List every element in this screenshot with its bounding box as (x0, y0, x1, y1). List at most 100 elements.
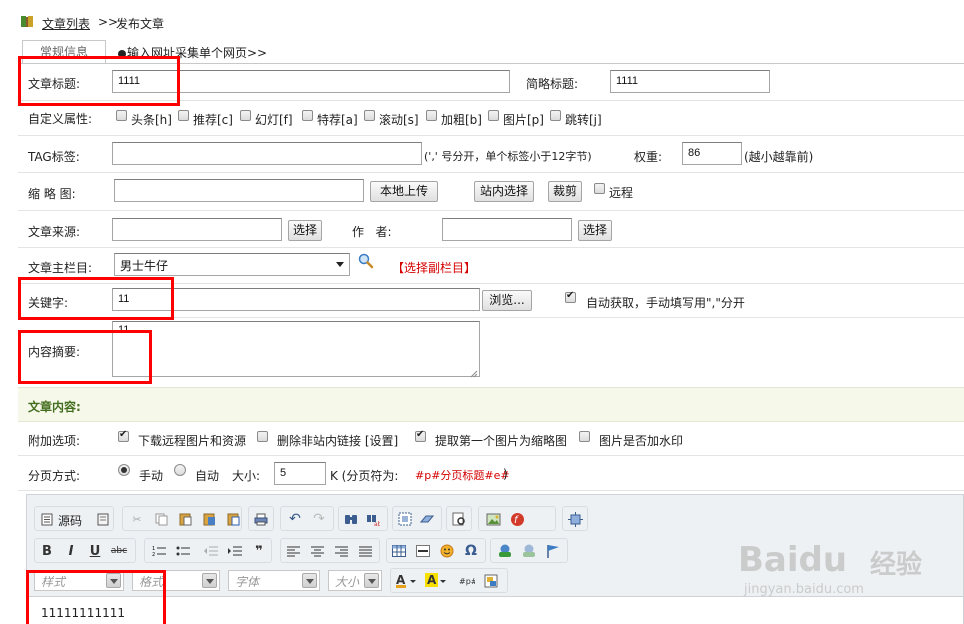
attr-label-s: 滚动[s] (379, 113, 419, 127)
attr-label-h: 头条[h] (131, 113, 172, 127)
remote-checkbox[interactable] (594, 183, 605, 194)
attr-checkbox-j[interactable] (550, 110, 561, 121)
short-title-input[interactable]: 1111 (610, 70, 770, 93)
align-left-icon[interactable] (284, 542, 302, 560)
outdent-icon[interactable] (202, 542, 220, 560)
baidu-watermark: Baidu 经验 jingyan.baidu.com (738, 540, 958, 600)
editor-content[interactable]: 11111111111 (27, 596, 963, 624)
select-all-icon[interactable] (396, 510, 414, 528)
weight-hint: (越小越靠前) (744, 150, 814, 164)
print-icon[interactable] (252, 510, 270, 528)
weight-input[interactable]: 86 (682, 142, 742, 165)
blockquote-icon[interactable]: ❞ (250, 542, 268, 560)
attr-checkbox-p[interactable] (488, 110, 499, 121)
indent-icon[interactable] (226, 542, 244, 560)
attr-label-b: 加粗[b] (441, 113, 482, 127)
horizontal-rule-icon[interactable] (414, 542, 432, 560)
attr-checkbox-h[interactable] (116, 110, 127, 121)
remove-links-checkbox[interactable] (257, 431, 268, 442)
unordered-list-icon[interactable] (174, 542, 192, 560)
auto-keyword-checkbox[interactable] (565, 290, 576, 303)
source-icon[interactable] (38, 510, 56, 528)
flash-icon[interactable]: f (508, 510, 526, 528)
source-button-label[interactable]: 源码 (58, 512, 82, 529)
link-icon[interactable] (496, 542, 514, 560)
anchor-flag-icon[interactable] (544, 542, 562, 560)
crop-button[interactable]: 裁剪 (548, 181, 582, 202)
align-right-icon[interactable] (332, 542, 350, 560)
upload-button[interactable]: 本地上传 (370, 181, 438, 202)
browse-button[interactable]: 浏览... (482, 290, 532, 311)
attr-label-a: 特荐[a] (317, 113, 358, 127)
attr-checkbox-c[interactable] (178, 110, 189, 121)
find-icon[interactable] (342, 510, 360, 528)
sub-column-link[interactable]: 【选择副栏目】 (392, 259, 476, 276)
ordered-list-icon[interactable]: 12 (150, 542, 168, 560)
paste-text-icon[interactable] (200, 510, 218, 528)
attr-checkbox-b[interactable] (426, 110, 437, 121)
attr-checkbox-a[interactable] (302, 110, 313, 121)
font-combo[interactable]: 字体 (228, 570, 320, 591)
paste-icon[interactable] (176, 510, 194, 528)
search-icon[interactable] (358, 253, 374, 269)
replace-icon[interactable]: ab (364, 510, 382, 528)
breadcrumb-list-link[interactable]: 文章列表 (42, 15, 90, 32)
size-combo[interactable]: 大小 (328, 570, 382, 591)
book-icon (20, 15, 34, 28)
chevron-down-icon (302, 573, 317, 588)
paste-word-icon[interactable] (224, 510, 242, 528)
undo-icon[interactable]: ↶ (286, 510, 304, 528)
maximize-icon[interactable] (566, 510, 584, 528)
tag-input[interactable] (112, 142, 422, 165)
align-center-icon[interactable] (308, 542, 326, 560)
underline-icon[interactable]: U (86, 542, 104, 560)
unlink-icon[interactable] (520, 542, 538, 560)
strikethrough-icon[interactable]: abc (110, 542, 128, 560)
size-unit-hint: K (分页符为: (330, 469, 399, 483)
attr-checkbox-s[interactable] (364, 110, 375, 121)
thumb-input[interactable] (114, 179, 364, 202)
summary-textarea[interactable]: 11 (112, 321, 480, 377)
redo-icon[interactable]: ↷ (310, 510, 328, 528)
insert-page-icon[interactable] (482, 572, 500, 590)
source-select-button[interactable]: 选择 (288, 220, 322, 241)
watermark-checkbox[interactable] (579, 431, 590, 442)
paging-label: 分页方式: (28, 469, 81, 483)
content-section-header: 文章内容: (18, 387, 964, 422)
image-icon[interactable] (484, 510, 502, 528)
paging-auto-radio[interactable] (174, 464, 186, 476)
author-select-button[interactable]: 选择 (578, 220, 612, 241)
attr-checkbox-f[interactable] (240, 110, 251, 121)
cut-icon[interactable]: ✂ (128, 510, 146, 528)
special-char-icon[interactable]: Ω (462, 542, 480, 560)
watermark-url: jingyan.baidu.com (744, 582, 864, 597)
paging-manual-radio[interactable] (118, 464, 130, 476)
remote-label: 远程 (609, 186, 634, 200)
row-divider (18, 247, 964, 248)
site-select-button[interactable]: 站内选择 (474, 181, 534, 202)
column-select[interactable]: 男士牛仔 (114, 253, 350, 276)
smiley-icon[interactable] (438, 542, 456, 560)
table-icon[interactable] (390, 542, 408, 560)
bold-icon[interactable]: B (38, 542, 56, 560)
size-input[interactable]: 5 (274, 462, 326, 485)
paging-symbol: #p#分页标题#e# (415, 469, 510, 482)
download-remote-checkbox[interactable] (118, 429, 129, 442)
copy-icon[interactable] (152, 510, 170, 528)
align-justify-icon[interactable] (356, 542, 374, 560)
italic-icon[interactable]: I (62, 542, 80, 560)
source-input[interactable] (112, 218, 282, 241)
preview-icon[interactable] (450, 510, 468, 528)
eraser-icon[interactable] (418, 510, 436, 528)
row-divider (18, 210, 964, 211)
tag-hint: (',' 号分开，单个标签小于12字节) (424, 150, 592, 163)
first-image-thumb-checkbox[interactable] (415, 429, 426, 442)
bg-color-icon[interactable]: A (424, 572, 450, 590)
author-input[interactable] (442, 218, 572, 241)
document-icon[interactable] (94, 510, 112, 528)
text-color-icon[interactable]: A (394, 572, 420, 590)
column-label: 文章主栏目: (28, 261, 93, 275)
resize-grip-icon[interactable] (470, 367, 478, 378)
tag-label: TAG标签: (28, 150, 80, 164)
paging-break-icon[interactable]: #p# (458, 572, 476, 590)
